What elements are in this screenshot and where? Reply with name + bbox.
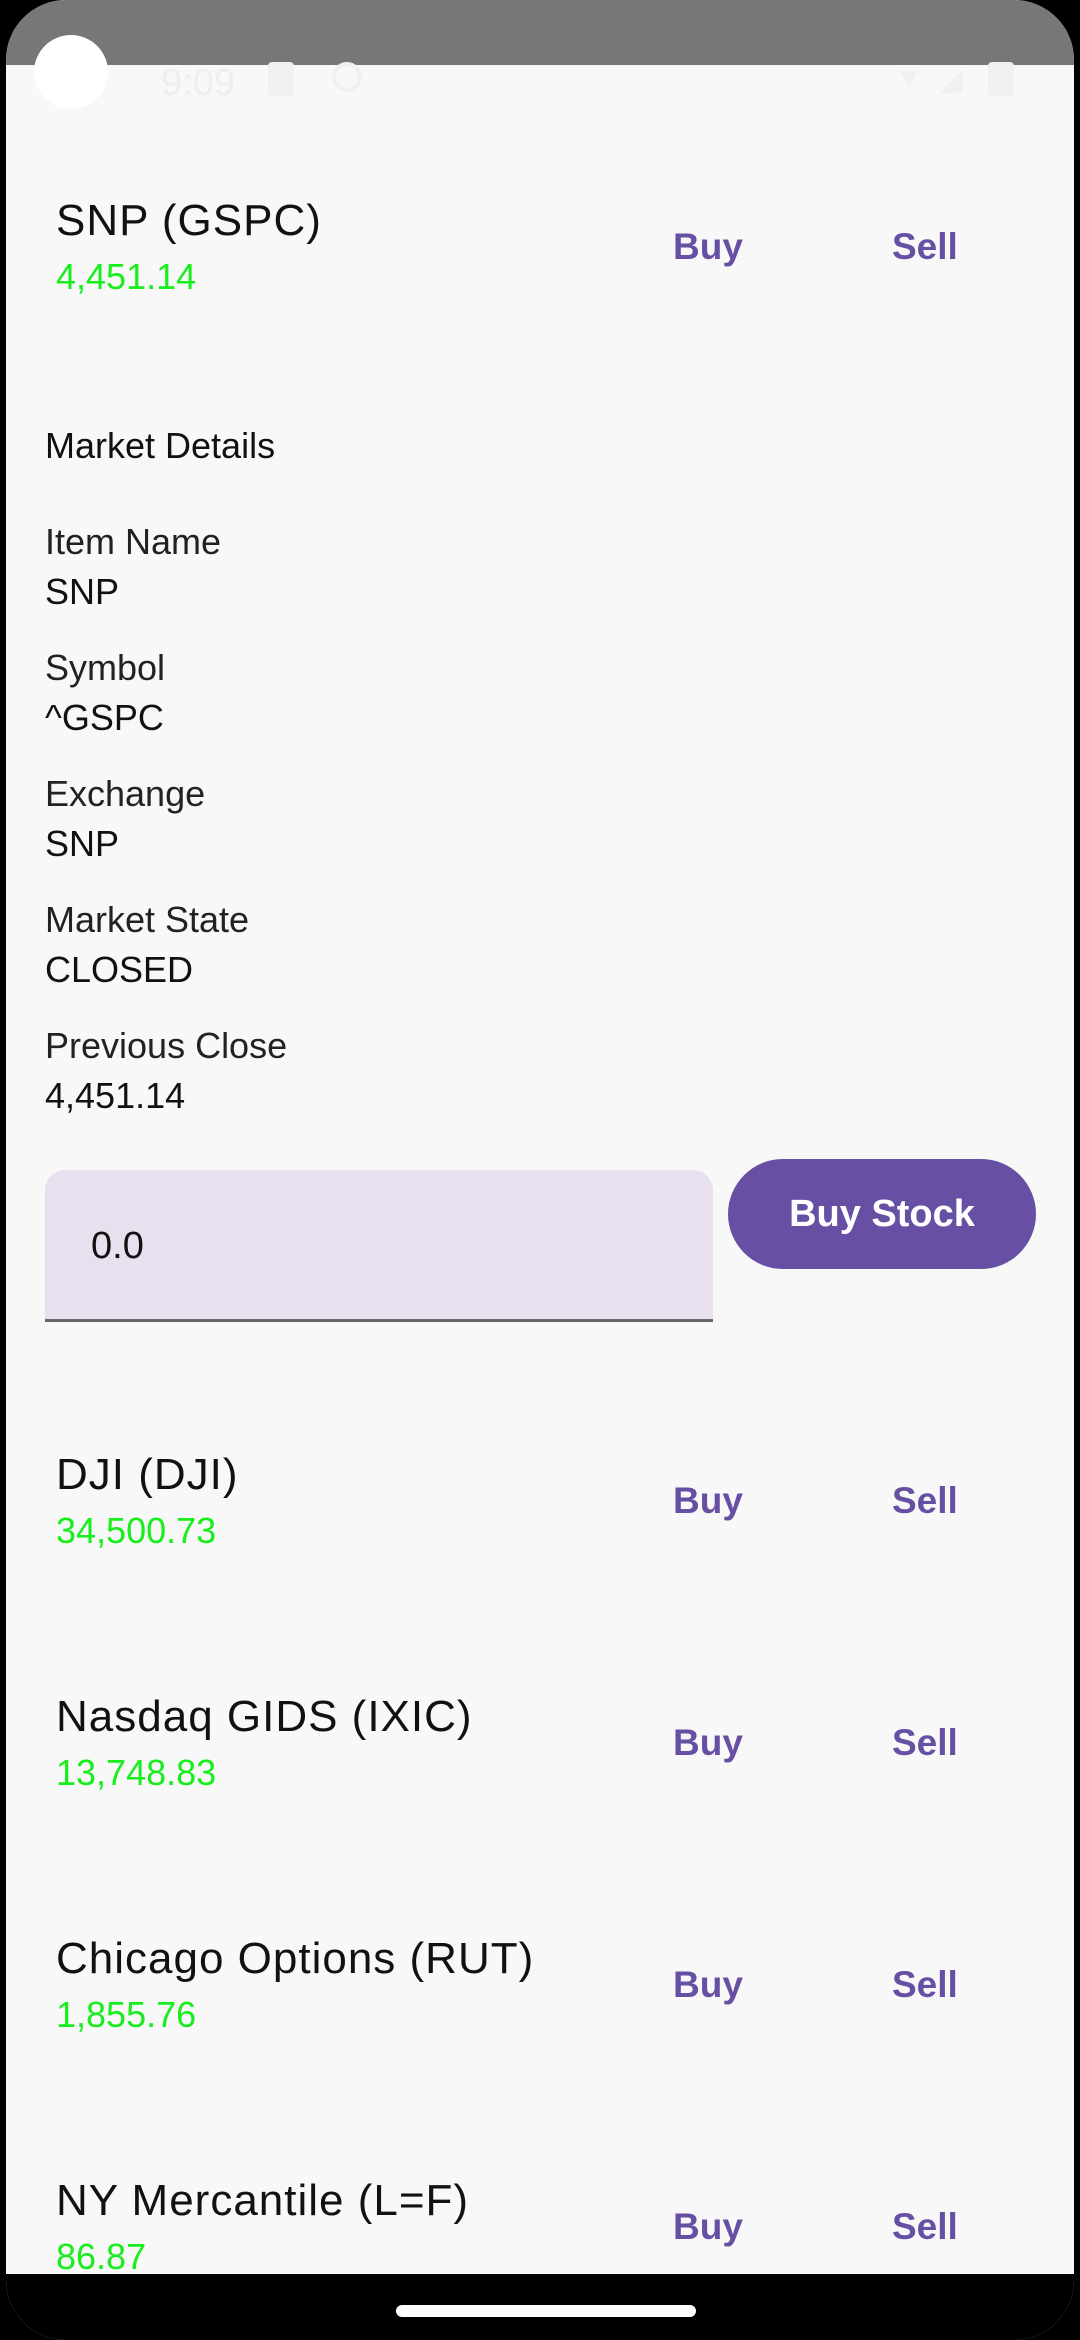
index-row-chicago-options: Chicago Options (RUT) 1,855.76 Buy Sell bbox=[6, 1934, 1074, 2074]
index-row-dji: DJI (DJI) 34,500.73 Buy Sell bbox=[6, 1450, 1074, 1590]
sell-button[interactable]: Sell bbox=[892, 2206, 958, 2248]
index-row-snp: SNP (GSPC) 4,451.14 Buy Sell bbox=[6, 196, 1074, 336]
detail-value: 4,451.14 bbox=[45, 1075, 186, 1116]
wifi-icon: ▼ bbox=[894, 62, 924, 95]
sell-button[interactable]: Sell bbox=[892, 226, 958, 268]
sell-button[interactable]: Sell bbox=[892, 1480, 958, 1522]
sync-icon bbox=[332, 62, 362, 92]
index-title: SNP (GSPC) bbox=[56, 196, 322, 245]
detail-symbol: Symbol ^GSPC bbox=[45, 647, 165, 739]
detail-market-state: Market State CLOSED bbox=[45, 899, 249, 991]
detail-exchange: Exchange SNP bbox=[45, 773, 205, 865]
detail-value: SNP bbox=[45, 823, 120, 864]
detail-item-name: Item Name SNP bbox=[45, 521, 221, 613]
index-price: 4,451.14 bbox=[56, 256, 197, 297]
index-price: 86.87 bbox=[56, 2236, 147, 2277]
sell-button[interactable]: Sell bbox=[892, 1722, 958, 1764]
app-screen: 9:09 ▼ ◢ SNP (GSPC) 4,451.14 Buy Sell Ma… bbox=[6, 0, 1074, 2340]
detail-label: Previous Close bbox=[45, 1025, 288, 1066]
detail-previous-close: Previous Close 4,451.14 bbox=[45, 1025, 287, 1117]
index-price: 34,500.73 bbox=[56, 1510, 217, 1551]
quantity-field[interactable] bbox=[45, 1170, 713, 1322]
camera-cutout bbox=[34, 35, 108, 109]
detail-label: Symbol bbox=[45, 647, 166, 688]
detail-label: Exchange bbox=[45, 773, 206, 814]
index-title: NY Mercantile (L=F) bbox=[56, 2176, 470, 2225]
index-row-nasdaq: Nasdaq GIDS (IXIC) 13,748.83 Buy Sell bbox=[6, 1692, 1074, 1832]
detail-label: Market State bbox=[45, 899, 250, 940]
buy-button[interactable]: Buy bbox=[673, 2206, 743, 2248]
index-price: 1,855.76 bbox=[56, 1994, 197, 2035]
detail-value: ^GSPC bbox=[45, 697, 164, 738]
buy-button[interactable]: Buy bbox=[673, 1480, 743, 1522]
sd-card-icon bbox=[268, 62, 294, 96]
buy-button[interactable]: Buy bbox=[673, 1964, 743, 2006]
buy-stock-button[interactable]: Buy Stock bbox=[728, 1159, 1036, 1269]
detail-label: Item Name bbox=[45, 521, 222, 562]
quantity-input[interactable] bbox=[89, 1220, 673, 1272]
market-details: Market Details Item Name SNP Symbol ^GSP… bbox=[45, 425, 1035, 1116]
index-price: 13,748.83 bbox=[56, 1752, 217, 1793]
home-indicator[interactable] bbox=[396, 2305, 696, 2317]
index-title: Nasdaq GIDS (IXIC) bbox=[56, 1692, 473, 1741]
index-title: Chicago Options (RUT) bbox=[56, 1934, 535, 1983]
detail-value: SNP bbox=[45, 571, 120, 612]
status-time: 9:09 bbox=[161, 62, 235, 104]
market-details-heading: Market Details bbox=[45, 425, 276, 466]
status-bar-bezel bbox=[6, 0, 1074, 65]
battery-icon bbox=[988, 62, 1014, 96]
sell-button[interactable]: Sell bbox=[892, 1964, 958, 2006]
buy-button[interactable]: Buy bbox=[673, 226, 743, 268]
index-title: DJI (DJI) bbox=[56, 1450, 239, 1499]
buy-button[interactable]: Buy bbox=[673, 1722, 743, 1764]
signal-icon: ◢ bbox=[940, 63, 964, 96]
detail-value: CLOSED bbox=[45, 949, 194, 990]
